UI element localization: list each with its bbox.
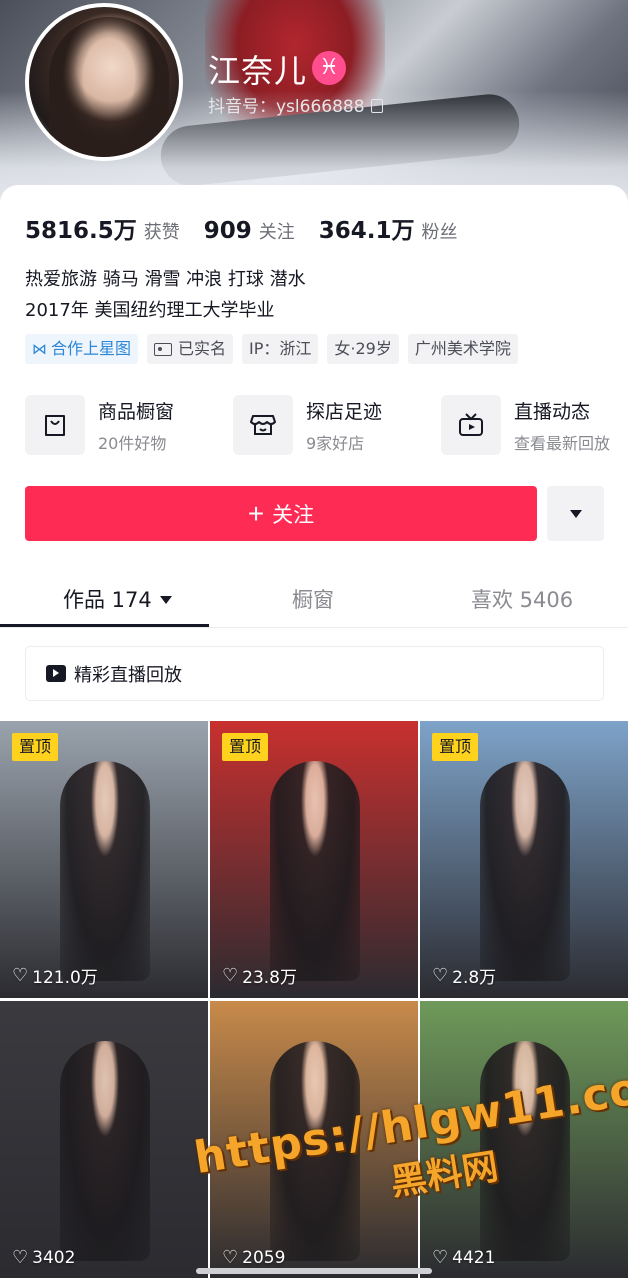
heart-icon: ♡ — [432, 965, 449, 986]
tab-works[interactable]: 作品 174 — [63, 584, 172, 614]
copy-icon[interactable] — [370, 99, 383, 113]
service-title: 探店足迹 — [306, 400, 383, 423]
service-store-visits[interactable]: 探店足迹 9家好店 — [233, 394, 382, 456]
pinned-badge: 置顶 — [432, 733, 479, 761]
service-subtitle: 查看最新回放 — [514, 433, 611, 453]
tag-label: 女·29岁 — [334, 339, 392, 358]
profile-tags: ⋈ 合作上星图 已实名 IP：浙江 女·29岁 广州美术学院 — [25, 334, 527, 364]
service-title: 直播动态 — [514, 400, 591, 423]
store-icon — [233, 395, 293, 455]
stat-value: 909 — [203, 218, 252, 244]
video-like-count: ♡ 23.8万 — [222, 963, 297, 988]
pinned-badge: 置顶 — [12, 733, 59, 761]
caret-down-icon — [569, 509, 582, 518]
live-replay-banner[interactable]: 精彩直播回放 — [25, 646, 604, 701]
shopping-bag-icon — [25, 395, 85, 455]
stat-label: 获赞 — [143, 222, 180, 243]
avatar[interactable] — [25, 3, 183, 161]
like-count-text: 2.8万 — [452, 968, 497, 988]
pisces-icon: ♓ — [312, 51, 346, 85]
service-subtitle: 9家好店 — [306, 433, 365, 453]
video-thumbnail[interactable]: 置顶 ♡ 121.0万 — [0, 721, 208, 998]
tab-likes[interactable]: 喜欢 5406 — [471, 584, 573, 614]
heart-icon: ♡ — [12, 965, 29, 986]
like-count-text: 121.0万 — [32, 968, 98, 988]
video-like-count: ♡ 2.8万 — [432, 963, 496, 988]
heart-icon: ♡ — [12, 1247, 29, 1268]
service-title: 商品橱窗 — [98, 400, 175, 423]
tag-gender-age: 女·29岁 — [327, 334, 399, 364]
stat-following[interactable]: 909 关注 — [204, 218, 295, 244]
caret-down-icon — [159, 596, 172, 604]
service-entries: 商品橱窗 20件好物 探店足迹 9家好店 直播动态 查看最新回放 — [25, 394, 628, 456]
video-like-count: ♡ 4421 — [432, 1247, 495, 1268]
tab-label: 喜欢 5406 — [471, 588, 574, 612]
heart-icon: ♡ — [222, 965, 239, 986]
thumbnail-figure — [270, 761, 360, 981]
tag-label: 合作上星图 — [51, 339, 132, 358]
stat-likes[interactable]: 5816.5万 获赞 — [25, 211, 180, 245]
follow-label: 关注 — [272, 503, 315, 527]
tab-label: 橱窗 — [292, 588, 334, 612]
tag-label: 已实名 — [178, 339, 227, 358]
tag-star-map[interactable]: ⋈ 合作上星图 — [25, 334, 139, 364]
content-tabs: 作品 174 橱窗 喜欢 5406 — [0, 572, 628, 628]
profile-name: 江奈儿 — [208, 52, 308, 90]
home-indicator — [196, 1268, 432, 1274]
profile-bio: 热爱旅游 骑马 滑雪 冲浪 打球 潜水 2017年 美国纽约理工大学毕业 — [25, 264, 306, 326]
plus-icon: + — [247, 497, 265, 529]
like-count-text: 23.8万 — [242, 968, 297, 988]
video-thumbnail[interactable]: ♡ 3402 — [0, 1001, 208, 1278]
more-options-button[interactable] — [547, 486, 604, 541]
id-card-icon — [154, 342, 173, 356]
tv-icon — [441, 395, 501, 455]
avatar-portrait — [49, 17, 169, 157]
bio-line: 热爱旅游 骑马 滑雪 冲浪 打球 潜水 — [25, 269, 306, 290]
tag-school[interactable]: 广州美术学院 — [407, 334, 518, 364]
stat-followers[interactable]: 364.1万 粉丝 — [319, 211, 458, 245]
video-like-count: ♡ 3402 — [12, 1247, 75, 1268]
service-subtitle: 20件好物 — [98, 433, 167, 453]
stat-value: 364.1万 — [318, 218, 415, 244]
pinned-badge: 置顶 — [222, 733, 269, 761]
service-shop-window[interactable]: 商品橱窗 20件好物 — [25, 394, 174, 456]
like-count-text: 3402 — [32, 1247, 76, 1268]
video-thumbnail[interactable]: 置顶 ♡ 23.8万 — [210, 721, 418, 998]
bio-line: 2017年 美国纽约理工大学毕业 — [25, 300, 275, 321]
thumbnail-figure — [60, 761, 150, 981]
video-like-count: ♡ 121.0万 — [12, 963, 98, 988]
follow-button[interactable]: + 关注 — [25, 486, 537, 541]
thumbnail-figure — [480, 761, 570, 981]
stat-value: 5816.5万 — [25, 218, 137, 244]
live-replay-icon — [46, 665, 66, 682]
heart-icon: ♡ — [432, 1247, 449, 1268]
stat-label: 关注 — [258, 222, 295, 243]
thumbnail-figure — [60, 1041, 150, 1261]
service-live-updates[interactable]: 直播动态 查看最新回放 — [441, 394, 610, 456]
tag-label: IP：浙江 — [249, 339, 312, 358]
tab-shop-window[interactable]: 橱窗 — [292, 584, 334, 614]
profile-stats: 5816.5万 获赞 909 关注 364.1万 粉丝 — [25, 211, 482, 245]
video-thumbnail[interactable]: 置顶 ♡ 2.8万 — [420, 721, 628, 998]
star-map-icon: ⋈ — [32, 340, 47, 358]
like-count-text: 4421 — [452, 1247, 496, 1268]
douyin-id-text: 抖音号：ysl666888 — [208, 97, 365, 117]
tag-verified[interactable]: 已实名 — [147, 334, 234, 364]
douyin-id[interactable]: 抖音号：ysl666888 — [208, 92, 383, 117]
tag-label: 广州美术学院 — [414, 339, 511, 358]
replay-label: 精彩直播回放 — [74, 664, 182, 686]
tag-ip: IP：浙江 — [242, 334, 319, 364]
stat-label: 粉丝 — [421, 222, 458, 243]
tab-divider — [0, 627, 628, 628]
tab-label: 作品 174 — [63, 588, 152, 612]
